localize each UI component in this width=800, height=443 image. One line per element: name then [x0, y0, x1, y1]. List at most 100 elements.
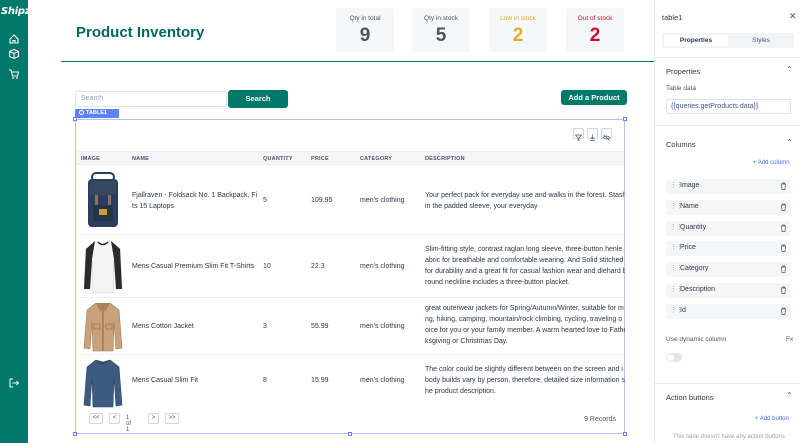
description-line: ng, hiking, camping, mountain/rock climb… — [425, 316, 623, 323]
column-item[interactable]: ⋮⋮ Quantity — [666, 221, 791, 236]
resize-handle[interactable] — [348, 432, 352, 436]
trash-icon[interactable] — [780, 307, 787, 315]
chevron-up-icon[interactable]: ⌃ — [786, 391, 793, 400]
column-item[interactable]: ⋮⋮ Image — [666, 179, 791, 194]
description-line: he product description. — [425, 388, 496, 395]
fx-toggle[interactable]: Fx — [786, 336, 793, 343]
download-icon[interactable] — [587, 128, 598, 141]
trash-icon[interactable] — [780, 244, 787, 252]
column-header[interactable]: QUANTITY — [263, 156, 293, 162]
product-price: 15.99 — [311, 377, 329, 384]
dynamic-column-toggle[interactable] — [666, 353, 682, 362]
home-icon[interactable] — [8, 33, 20, 45]
add-product-button[interactable]: Add a Product — [561, 90, 627, 105]
trash-icon[interactable] — [780, 224, 787, 232]
product-name-line: Fjallraven - Foldsack No. 1 Backpack, Fi — [132, 192, 258, 199]
product-description: The color could be slightly different be… — [425, 364, 625, 397]
table-row[interactable]: Mens Casual Premium Slim Fit T-Shirts 10… — [76, 235, 625, 298]
inspector-panel: table1 ✕ Properties Styles Properties ⌃ … — [654, 0, 800, 443]
stat-low-in-stock: Low in stock 2 — [489, 8, 547, 52]
chevron-up-icon[interactable]: ⌃ — [786, 65, 793, 74]
description-line: ksgiving or Christmas Day. — [425, 338, 508, 345]
resize-handle[interactable] — [73, 117, 77, 121]
description-line: great outerwear jackets for Spring/Autum… — [425, 305, 624, 312]
filter-icon[interactable] — [573, 128, 584, 142]
column-name: Quantity — [680, 224, 707, 231]
column-header[interactable]: DESCRIPTION — [425, 156, 465, 162]
column-header[interactable]: CATEGORY — [360, 156, 392, 162]
product-category: men's clothing — [360, 197, 405, 204]
search-input[interactable]: Search — [75, 91, 227, 107]
tab-properties[interactable]: Properties — [664, 35, 728, 46]
product-category: men's clothing — [360, 263, 405, 270]
trash-icon[interactable] — [780, 203, 787, 211]
column-item[interactable]: ⋮⋮ Price — [666, 241, 791, 256]
search-button[interactable]: Search — [228, 90, 288, 108]
table-data-input[interactable]: {{queries.getProducts.data}} — [666, 99, 791, 114]
column-header[interactable]: IMAGE — [81, 156, 100, 162]
column-name: Category — [680, 265, 709, 272]
records-count: 9 Records — [584, 416, 616, 423]
description-line: for durability and a great fit for casua… — [425, 268, 625, 275]
trash-icon[interactable] — [780, 182, 787, 190]
table-data-label: Table data — [666, 85, 696, 92]
stat-value: 2 — [589, 25, 601, 46]
widget-name[interactable]: table1 — [662, 13, 682, 22]
last-page-button[interactable]: >> — [165, 413, 179, 424]
trash-icon[interactable] — [780, 265, 787, 273]
product-category: men's clothing — [360, 323, 405, 330]
product-quantity: 10 — [263, 263, 271, 270]
description-line: The color could be slightly different be… — [425, 366, 623, 373]
delete-widget-icon[interactable] — [109, 109, 119, 118]
product-name: Mens Casual Slim Fit — [132, 377, 199, 384]
resize-handle[interactable] — [73, 432, 77, 436]
box-icon[interactable] — [8, 48, 20, 60]
column-header[interactable]: NAME — [132, 156, 149, 162]
product-description: Your perfect pack for everyday use and w… — [425, 190, 625, 212]
column-item[interactable]: ⋮⋮ Description — [666, 283, 791, 298]
description-line: round neckline includes a three-button p… — [425, 279, 570, 286]
app-logo: Shipzy — [1, 6, 37, 17]
column-header[interactable]: PRICE — [311, 156, 329, 162]
app-canvas: Product Inventory Qty in total 9 Qty in … — [28, 0, 654, 443]
table-row[interactable]: Mens Casual Slim Fit 8 15.99 men's cloth… — [76, 355, 625, 409]
product-price: 109.95 — [311, 197, 333, 204]
hide-columns-icon[interactable] — [601, 128, 612, 141]
add-column-link[interactable]: + Add column — [753, 160, 790, 166]
column-item[interactable]: ⋮⋮ Category — [666, 262, 791, 277]
column-name: Price — [680, 244, 696, 251]
column-name: Id — [680, 307, 686, 314]
section-title: Columns — [666, 140, 696, 149]
description-line: oice for you or your family member. A wa… — [425, 327, 625, 334]
trash-icon[interactable] — [780, 286, 787, 294]
column-item[interactable]: ⋮⋮ Id — [666, 304, 791, 319]
product-table: IMAGE NAME QUANTITY PRICE CATEGORY DESCR… — [73, 117, 627, 436]
close-icon[interactable]: ✕ — [789, 11, 797, 22]
chevron-up-icon[interactable]: ⌃ — [786, 138, 793, 147]
product-quantity: 8 — [263, 377, 267, 384]
resize-handle[interactable] — [623, 432, 627, 436]
prev-page-button[interactable]: < — [109, 413, 120, 424]
product-image — [88, 172, 118, 227]
cart-icon[interactable] — [8, 68, 20, 80]
table-row[interactable]: Mens Cotton Jacket 3 55.99 men's clothin… — [76, 298, 625, 355]
logout-icon[interactable] — [8, 377, 20, 389]
tab-styles[interactable]: Styles — [729, 35, 793, 46]
stat-qty-total: Qty in total 9 — [336, 8, 394, 52]
divider — [655, 383, 800, 384]
next-page-button[interactable]: > — [148, 413, 159, 424]
product-name: Fjallraven - Foldsack No. 1 Backpack, Fi… — [132, 190, 257, 212]
left-rail: Shipzy — [0, 0, 37, 443]
first-page-button[interactable]: << — [89, 413, 103, 424]
product-image — [83, 240, 123, 294]
product-description: great outerwear jackets for Spring/Autum… — [425, 303, 625, 347]
add-button-link[interactable]: + Add button — [755, 416, 789, 422]
stat-value: 9 — [359, 25, 371, 46]
product-category: men's clothing — [360, 377, 405, 384]
resize-handle[interactable] — [623, 117, 627, 121]
column-item[interactable]: ⋮⋮ Name — [666, 200, 791, 215]
table-row[interactable]: Fjallraven - Foldsack No. 1 Backpack, Fi… — [76, 166, 625, 235]
stat-qty-in-stock: Qty in stock 5 — [412, 8, 470, 52]
widget-tag[interactable]: TABLE1 — [75, 109, 111, 118]
description-line: in the padded sleeve, your everyday — [425, 203, 538, 210]
